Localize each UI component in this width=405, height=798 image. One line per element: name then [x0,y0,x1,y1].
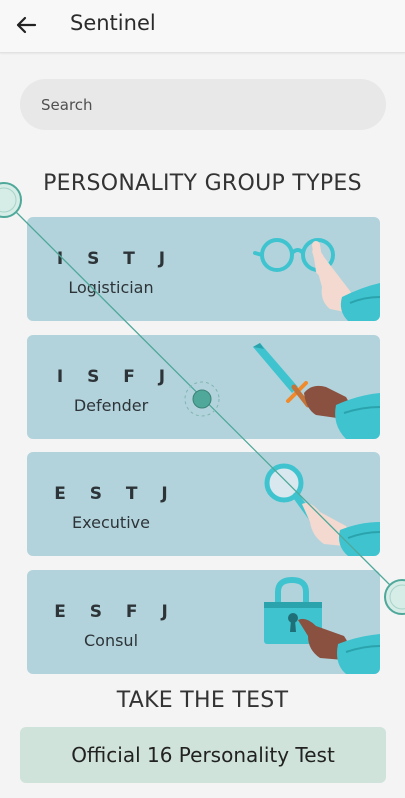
arrow-left-icon [16,16,37,34]
app-bar: Sentinel [0,0,405,53]
take-test-title: TAKE THE TEST [116,688,289,713]
card-name: Logistician [68,278,154,297]
search-input[interactable] [20,79,386,130]
card-consul[interactable]: E S F J Consul [27,570,380,674]
card-code: I S F J [56,367,175,387]
card-name: Executive [72,513,150,532]
magnifier-icon [264,463,380,556]
card-name: Consul [83,631,139,650]
card-code: E S F J [54,602,177,622]
card-logistician[interactable]: I S T J Logistician [27,217,380,321]
card-executive[interactable]: E S T J Executive [27,452,380,556]
personality-test-button[interactable]: Official 16 Personality Test [20,727,386,783]
card-defender[interactable]: I S F J Defender [27,335,380,439]
card-code: E S T J [54,484,177,504]
section-title: PERSONALITY GROUP TYPES [43,171,362,196]
back-button[interactable] [8,8,44,42]
padlock-icon [264,576,380,674]
glasses-icon [253,238,380,321]
card-code: I S T J [56,249,175,269]
card-name: Defender [73,396,149,415]
page-title: Sentinel [70,11,156,35]
sword-icon [253,343,380,439]
